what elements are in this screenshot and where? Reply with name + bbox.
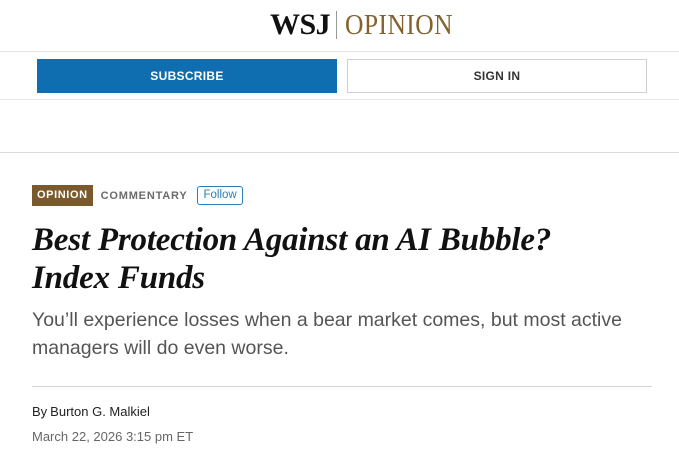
wsj-logo-text: WSJ — [270, 8, 331, 41]
commentary-label[interactable]: COMMENTARY — [101, 190, 188, 202]
article-tags: OPINION COMMENTARY Follow — [32, 185, 243, 206]
byline: By Burton G. Malkiel — [32, 404, 150, 419]
article-headline: Best Protection Against an AI Bubble? In… — [32, 221, 652, 297]
article-dek: You’ll experience losses when a bear mar… — [32, 309, 622, 359]
byline-prefix: By — [32, 404, 48, 419]
publish-timestamp: March 22, 2026 3:15 pm ET — [32, 429, 194, 444]
headline-line-1: Best Protection Against an AI Bubble? — [32, 222, 552, 258]
wsj-opinion-logo[interactable]: WSJ OPINION — [270, 8, 468, 42]
sign-in-button[interactable]: SIGN IN — [347, 59, 647, 93]
author-link[interactable]: Burton G. Malkiel — [50, 404, 150, 419]
byline-divider — [32, 386, 652, 387]
headline-line-2: Index Funds — [32, 260, 205, 296]
follow-button[interactable]: Follow — [197, 186, 243, 205]
opinion-tag[interactable]: OPINION — [32, 185, 93, 206]
auth-bar: SUBSCRIBE SIGN IN — [0, 52, 679, 100]
subscribe-button[interactable]: SUBSCRIBE — [37, 59, 337, 93]
opinion-logo-text: OPINION — [345, 9, 454, 41]
masthead: WSJ OPINION — [0, 0, 679, 52]
section-divider — [0, 152, 679, 153]
logo-divider — [336, 11, 338, 39]
